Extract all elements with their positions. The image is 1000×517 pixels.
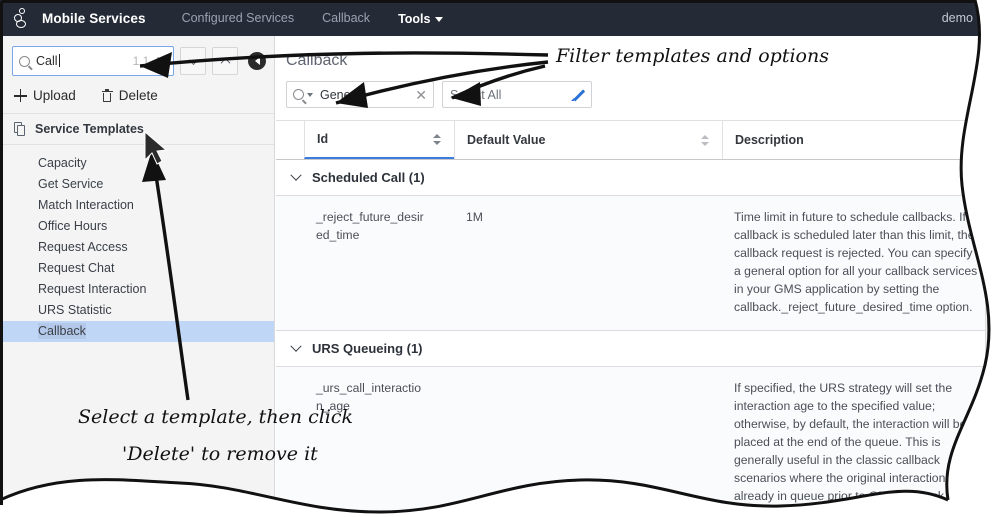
sidebar-item-urs-statistic[interactable]: URS Statistic [0, 300, 274, 321]
right-panel: Callback General ✕ Select All Id Default… [276, 36, 1000, 517]
top-navigation-bar: Mobile Services Configured Services Call… [0, 0, 1000, 36]
pencil-icon[interactable] [571, 88, 584, 101]
service-templates-section-header: Service Templates [0, 113, 274, 145]
chevron-down-icon [435, 17, 444, 23]
search-input[interactable]: Call 1 1 ✕ [12, 46, 174, 76]
nav-links: Configured Services Callback Tools [168, 0, 458, 36]
row-id-cell: _reject_future_desired_time [316, 210, 424, 242]
collapse-panel-icon [254, 57, 260, 65]
search-clear-icon[interactable]: ✕ [155, 54, 167, 68]
nav-link-tools[interactable]: Tools [384, 0, 458, 36]
table-header-id[interactable]: Id [304, 121, 454, 159]
sidebar-item-request-access[interactable]: Request Access [0, 237, 274, 258]
page-title: Callback [286, 52, 348, 69]
table-header-description-label: Description [735, 133, 804, 147]
table-header-default-value-label: Default Value [467, 133, 546, 147]
genesys-logo-icon [8, 5, 34, 31]
table-header-id-label: Id [317, 132, 329, 146]
row-default-value-cell [454, 367, 722, 517]
scroll-down-icon[interactable] [989, 506, 998, 511]
vertical-scrollbar[interactable] [985, 36, 1000, 517]
row-select-cell[interactable] [276, 367, 304, 517]
chevron-down-icon [978, 16, 986, 22]
nav-link-configured-services[interactable]: Configured Services [168, 0, 309, 36]
user-menu-label: demo [941, 11, 973, 25]
search-icon [19, 55, 30, 67]
panel-actions: Upload Delete [0, 76, 274, 113]
chevron-down-icon[interactable] [290, 340, 302, 352]
search-input-value: Call [36, 54, 60, 68]
row-description-cell: Time limit in future to schedule callbac… [734, 210, 978, 314]
sort-icon[interactable] [701, 134, 710, 147]
documents-icon [14, 122, 26, 136]
sidebar-item-capacity[interactable]: Capacity [0, 153, 274, 174]
upload-button[interactable]: Upload [14, 88, 76, 103]
delete-button[interactable]: Delete [101, 88, 158, 103]
sidebar-item-request-interaction[interactable]: Request Interaction [0, 279, 274, 300]
category-filter-value: General [320, 87, 365, 102]
select-all-value: Select All [450, 87, 502, 102]
table-group-header[interactable]: URS Queueing (1) [276, 331, 1000, 367]
nav-link-callback[interactable]: Callback [308, 0, 384, 36]
table-row[interactable]: _urs_call_interaction_age If specified, … [276, 367, 1000, 517]
row-description-cell: If specified, the URS strategy will set … [734, 381, 978, 517]
row-select-cell[interactable] [276, 196, 304, 330]
table-header-select [276, 121, 304, 159]
category-filter-dropdown[interactable]: General ✕ [286, 81, 434, 108]
table-row[interactable]: _reject_future_desired_time 1M Time limi… [276, 196, 1000, 331]
search-next-button[interactable] [180, 47, 206, 75]
chevron-down-icon [188, 54, 198, 65]
sort-icon[interactable] [433, 133, 442, 146]
sidebar-item-match-interaction[interactable]: Match Interaction [0, 195, 274, 216]
sidebar-item-get-service[interactable]: Get Service [0, 174, 274, 195]
user-menu[interactable]: demo [942, 11, 986, 25]
table-group-label: URS Queueing (1) [312, 341, 423, 356]
chevron-down-icon [307, 92, 313, 97]
scrollbar-thumb[interactable] [987, 54, 1000, 354]
table-group-label: Scheduled Call (1) [312, 170, 425, 185]
select-all-dropdown[interactable]: Select All [442, 81, 592, 108]
upload-button-label: Upload [33, 88, 76, 103]
brand-name: Mobile Services [42, 10, 146, 26]
search-icon [293, 89, 304, 100]
search-toolbar: Call 1 1 ✕ [0, 36, 274, 76]
table-header-default-value[interactable]: Default Value [454, 121, 722, 159]
options-table: Id Default Value Description Scheduled C… [276, 120, 1000, 517]
row-id-cell: _urs_call_interaction_age [316, 381, 422, 413]
table-header-description[interactable]: Description [722, 121, 1000, 159]
chevron-up-icon [220, 57, 230, 68]
plus-icon [14, 89, 27, 102]
sidebar-item-request-chat[interactable]: Request Chat [0, 258, 274, 279]
left-panel: Call 1 1 ✕ Upload Delete Service Templat… [0, 36, 275, 517]
row-default-value-cell: 1M [466, 210, 483, 224]
scroll-up-icon[interactable] [989, 42, 998, 47]
service-templates-title: Service Templates [35, 122, 144, 136]
sidebar-item-callback[interactable]: Callback [0, 321, 274, 342]
service-templates-list: Capacity Get Service Match Interaction O… [0, 145, 274, 342]
collapse-panel-button[interactable] [248, 52, 266, 70]
category-filter-clear-icon[interactable]: ✕ [415, 88, 427, 102]
trash-icon [101, 89, 113, 102]
chevron-down-icon[interactable] [290, 169, 302, 181]
search-prev-button[interactable] [212, 47, 238, 75]
table-header-row: Id Default Value Description [276, 120, 1000, 160]
filter-toolbar: General ✕ Select All [276, 70, 1000, 108]
nav-link-tools-label: Tools [398, 12, 431, 26]
app-window: Mobile Services Configured Services Call… [0, 0, 1000, 517]
search-match-count: 1 1 [132, 54, 150, 68]
sidebar-item-office-hours[interactable]: Office Hours [0, 216, 274, 237]
table-group-header[interactable]: Scheduled Call (1) [276, 160, 1000, 196]
delete-button-label: Delete [118, 88, 158, 103]
